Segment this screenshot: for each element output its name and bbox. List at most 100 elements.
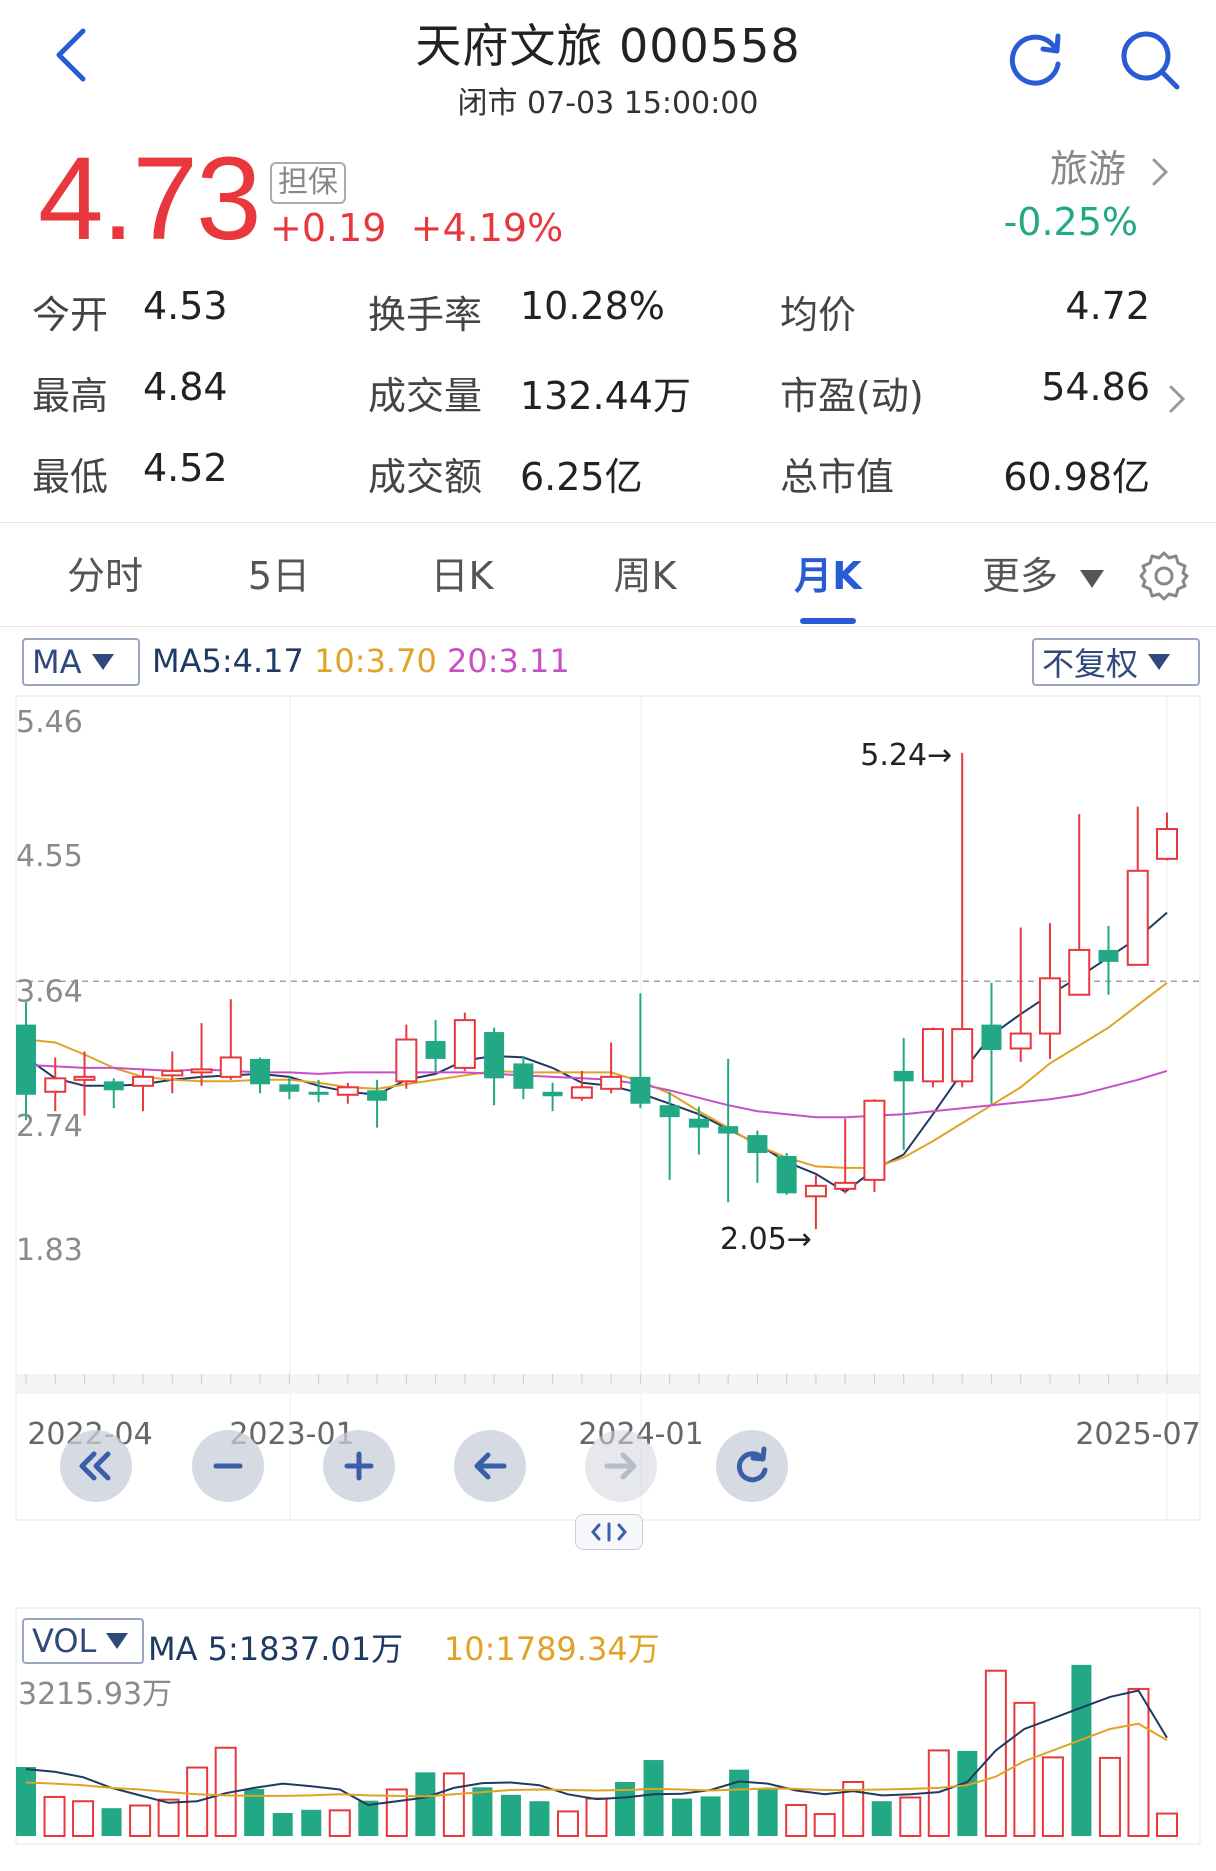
stat-volume-label: 成交量 xyxy=(368,374,483,418)
zoom-out-button[interactable] xyxy=(192,1430,264,1502)
x-tick-label: 2025-07 xyxy=(1075,1417,1200,1452)
candle-body xyxy=(600,1075,623,1090)
minus-icon xyxy=(213,1463,243,1469)
candle-body xyxy=(453,1019,476,1069)
candle xyxy=(219,999,242,1080)
volume-bar xyxy=(328,1809,351,1838)
gear-icon xyxy=(1139,551,1189,601)
search-button[interactable] xyxy=(1112,22,1188,98)
y-tick-label: 3.64 xyxy=(16,975,83,1010)
volume-bar xyxy=(43,1795,66,1837)
candle-body xyxy=(981,1024,1002,1050)
stat-avg-label: 均价 xyxy=(780,293,857,337)
volume-bar xyxy=(157,1798,180,1837)
candle xyxy=(921,1027,944,1088)
volume-bar xyxy=(272,1813,293,1836)
y-tick-label: 2.74 xyxy=(16,1109,83,1144)
candle-body xyxy=(659,1105,680,1118)
candle xyxy=(1126,806,1149,966)
volume-bar xyxy=(1156,1812,1178,1837)
candle xyxy=(161,1051,184,1094)
candle xyxy=(1098,926,1119,995)
ma20-legend: 20:3.11 xyxy=(446,642,570,680)
candle-body xyxy=(219,1056,242,1078)
candle-body xyxy=(570,1086,593,1099)
candle xyxy=(1038,923,1061,1059)
volume-bar xyxy=(757,1788,778,1836)
stats-expand-button[interactable] xyxy=(1160,376,1194,422)
candle xyxy=(893,1038,914,1151)
candle xyxy=(1068,814,1091,996)
candle-body xyxy=(1156,827,1178,860)
sector-name: 旅游 xyxy=(1049,147,1126,191)
candle-body xyxy=(308,1091,329,1095)
candle xyxy=(804,1175,827,1230)
candle xyxy=(103,1078,124,1109)
candle-body xyxy=(1068,948,1091,996)
tab-5day[interactable]: 5日 xyxy=(224,545,334,600)
search-icon xyxy=(1121,31,1180,90)
caret-down-icon xyxy=(1148,654,1171,670)
candle-body xyxy=(16,1024,36,1095)
scroll-to-start-button[interactable] xyxy=(60,1430,132,1502)
volume-bar xyxy=(957,1750,978,1836)
candle xyxy=(981,982,1002,1104)
candle-body xyxy=(921,1028,944,1083)
stat-mktcap-value: 60.98亿 xyxy=(1003,455,1150,499)
chart-settings-button[interactable] xyxy=(1134,546,1194,606)
tab-monthly-k[interactable]: 月K xyxy=(773,545,883,600)
plus-icon xyxy=(344,1451,374,1481)
candle-body xyxy=(1098,949,1119,962)
volume-bar xyxy=(101,1808,122,1836)
candle-body xyxy=(395,1038,418,1083)
candle xyxy=(951,752,974,1088)
candle-body xyxy=(484,1032,505,1079)
reset-view-button[interactable] xyxy=(716,1430,788,1502)
sector-link[interactable]: 旅游 xyxy=(1050,138,1170,193)
tab-intraday[interactable]: 分时 xyxy=(50,545,160,600)
arrow-left-icon xyxy=(474,1452,507,1480)
volume-bar xyxy=(672,1798,693,1836)
chart-split-handle[interactable] xyxy=(575,1514,643,1550)
stat-low-label: 最低 xyxy=(32,455,109,499)
y-tick-label: 1.83 xyxy=(16,1233,83,1268)
tab-weekly-k[interactable]: 周K xyxy=(590,545,700,600)
candle-body xyxy=(279,1084,300,1092)
candle xyxy=(688,1106,709,1155)
candle-body xyxy=(747,1135,768,1154)
refresh-button[interactable] xyxy=(1000,24,1070,94)
volume-bar xyxy=(556,1810,579,1838)
candle xyxy=(600,1042,623,1094)
tab-more[interactable]: 更多 xyxy=(968,545,1118,600)
adjust-select[interactable]: 不复权 xyxy=(1032,638,1200,686)
zoom-in-button[interactable] xyxy=(323,1430,395,1502)
candle-body xyxy=(893,1070,914,1082)
candle-body xyxy=(250,1058,271,1085)
scroll-left-button[interactable] xyxy=(454,1430,526,1502)
candle xyxy=(1156,812,1178,861)
volume-chart[interactable]: 3215.93万 xyxy=(0,1606,1216,1871)
ma10-legend: 10:3.70 xyxy=(314,642,437,680)
candle-body xyxy=(1038,977,1061,1035)
stat-pe-value: 54.86 xyxy=(1041,365,1150,409)
candle xyxy=(395,1024,418,1089)
candle xyxy=(570,1070,593,1101)
volume-bar xyxy=(871,1801,892,1836)
candle xyxy=(834,1118,857,1194)
divider xyxy=(0,522,1216,523)
volume-bar xyxy=(700,1796,721,1836)
stat-amount-value: 6.25亿 xyxy=(520,455,643,499)
candle xyxy=(718,1058,739,1203)
candle xyxy=(630,993,651,1109)
stat-mktcap-label: 总市值 xyxy=(780,455,895,499)
margin-badge: 担保 xyxy=(270,162,346,204)
tab-daily-k[interactable]: 日K xyxy=(407,545,517,600)
volume-bar xyxy=(785,1803,808,1838)
indicator-select[interactable]: MA xyxy=(22,638,140,686)
divider xyxy=(0,626,1216,627)
scroll-right-button[interactable] xyxy=(585,1430,657,1502)
candle-body xyxy=(103,1081,124,1091)
low-price-marker: 2.05→ xyxy=(720,1222,812,1257)
change-value: +0.19 xyxy=(270,206,387,250)
volume-bar xyxy=(1127,1687,1150,1838)
